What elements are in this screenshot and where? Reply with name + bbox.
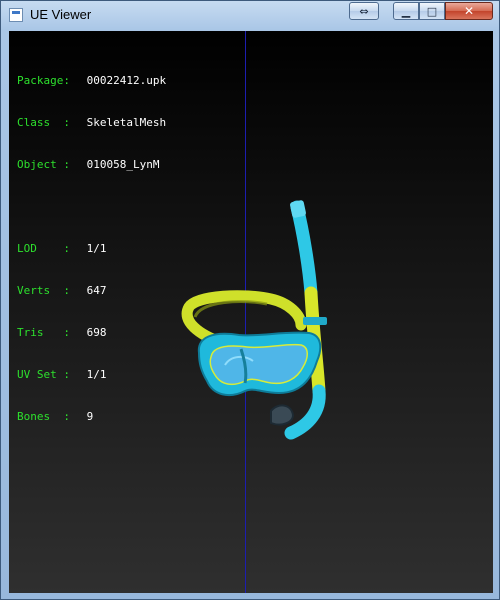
snorkel-mask-model: [181, 200, 327, 440]
snorkel-tip: [290, 200, 306, 218]
close-button[interactable]: ✕: [445, 2, 493, 20]
3d-viewport[interactable]: Package: 00022412.upk Class : SkeletalMe…: [9, 31, 493, 593]
minimize-button[interactable]: ▁: [393, 2, 419, 20]
app-window: UE Viewer ⇔ ▁ □ ✕ Package: 00022412.upk …: [0, 0, 500, 600]
window-title: UE Viewer: [30, 7, 92, 22]
maximize-button[interactable]: □: [419, 2, 445, 20]
snorkel-mouthpiece: [270, 404, 295, 426]
app-icon: [9, 8, 23, 22]
snorkel-clip: [303, 317, 327, 325]
title-bar[interactable]: UE Viewer ⇔ ▁ □ ✕: [1, 1, 499, 30]
snorkel-tube-bottom: [284, 384, 326, 440]
swap-button[interactable]: ⇔: [349, 2, 379, 20]
snorkel-tube-top: [290, 200, 318, 300]
